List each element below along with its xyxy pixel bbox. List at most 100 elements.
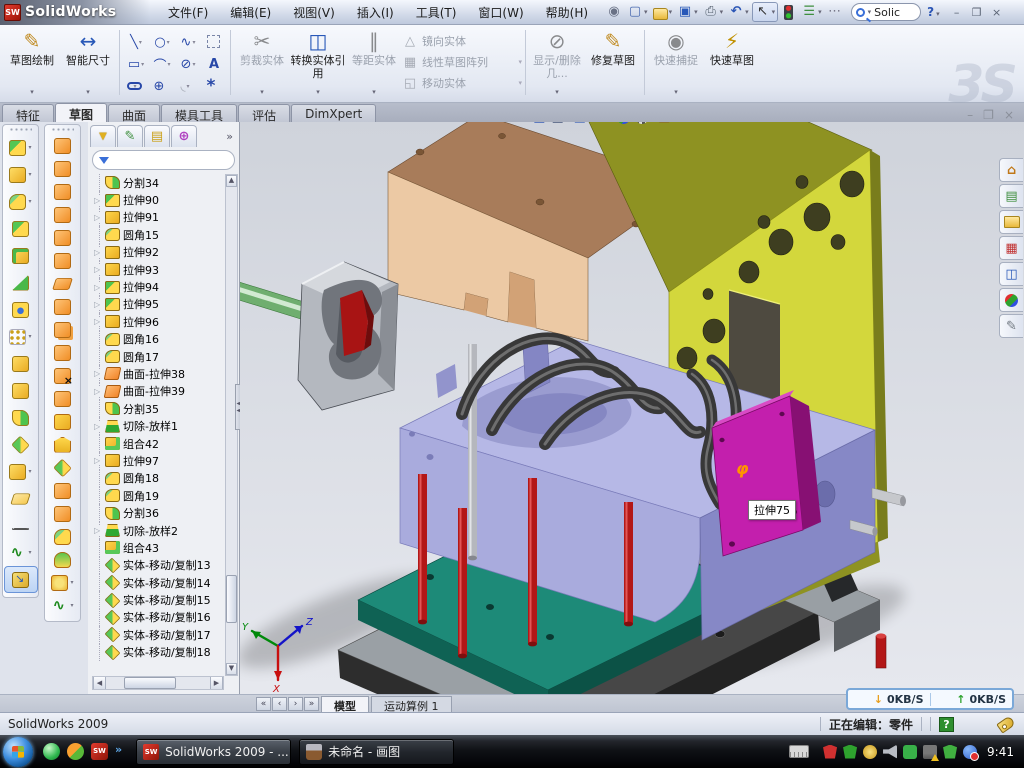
input-method-icon[interactable] — [789, 745, 809, 758]
extruded-boss-icon[interactable] — [4, 134, 38, 161]
offset-entities-button[interactable]: ∥ 等距实体 ▾ — [346, 27, 402, 98]
annotation-view-icon[interactable] — [658, 122, 674, 125]
dimxpertmanager-tab-icon[interactable] — [171, 125, 197, 147]
file-explorer-icon[interactable] — [999, 210, 1023, 234]
undo-icon[interactable] — [726, 2, 751, 22]
scroll-next-button[interactable] — [288, 697, 303, 711]
manager-overflow-button[interactable]: » — [226, 130, 237, 143]
tree-item[interactable]: 圆角15 — [90, 226, 225, 243]
overflow-strip-icon[interactable] — [825, 2, 845, 22]
model-tab[interactable]: 模型 — [321, 696, 369, 712]
text-icon[interactable] — [201, 53, 227, 75]
search-box[interactable]: ▾ Solic — [851, 3, 922, 21]
expand-arrow-icon[interactable] — [94, 456, 102, 465]
badge-tray-icon[interactable] — [863, 745, 877, 759]
custom-properties-icon[interactable] — [999, 314, 1023, 338]
toolbox-icon[interactable] — [999, 236, 1023, 260]
view-orientation-icon[interactable] — [551, 122, 567, 125]
expand-quicklaunch-icon[interactable] — [115, 743, 122, 760]
tree-item[interactable]: 切除-放样1 — [90, 417, 225, 434]
split-line-icon[interactable] — [46, 433, 80, 456]
expand-arrow-icon[interactable] — [94, 526, 102, 535]
tree-item[interactable]: 实体-移动/复制15 — [90, 591, 225, 608]
replace-face-icon[interactable] — [46, 410, 80, 433]
appearance-icon[interactable] — [617, 122, 630, 124]
move-entities-button[interactable]: ◱ 移动实体 ▾ — [402, 74, 522, 92]
scrollbar-thumb[interactable] — [226, 575, 237, 623]
appearances-icon[interactable] — [999, 288, 1023, 312]
revolved-surface-icon[interactable] — [46, 157, 80, 180]
print-icon[interactable] — [701, 2, 726, 22]
tree-item[interactable]: 实体-移动/复制17 — [90, 626, 225, 643]
zoom-fit-icon[interactable] — [486, 122, 497, 125]
dome-icon[interactable] — [46, 548, 80, 571]
sketch-fillet-icon[interactable] — [172, 75, 198, 97]
expand-arrow-icon[interactable] — [94, 369, 102, 378]
tree-horizontal-scrollbar[interactable]: ◀ ▶ — [92, 676, 224, 690]
document-restore-button[interactable]: ❐ — [983, 108, 994, 122]
tree-item[interactable]: 组合43 — [90, 539, 225, 556]
status-help-icon[interactable]: ? — [939, 717, 954, 732]
curves-icon[interactable] — [46, 594, 80, 617]
selection-box-icon[interactable] — [207, 35, 220, 48]
extruded-cut-icon[interactable] — [4, 161, 38, 188]
combine-bodies-icon[interactable] — [4, 377, 38, 404]
insert-part-icon[interactable] — [4, 458, 38, 485]
menu-item[interactable]: 工具(T) — [406, 1, 467, 24]
document-minimize-button[interactable]: – — [967, 108, 973, 122]
tree-item[interactable]: 分割34 — [90, 174, 225, 191]
planar-surface-icon[interactable] — [46, 272, 80, 295]
move-face-icon[interactable] — [46, 456, 80, 479]
circle-icon[interactable] — [149, 31, 175, 53]
delete-face-icon[interactable] — [46, 364, 80, 387]
tree-item[interactable]: 实体-移动/复制18 — [90, 644, 225, 661]
configurationmanager-tab-icon[interactable] — [144, 125, 170, 147]
shield-lightning-tray-icon[interactable] — [843, 745, 857, 759]
trim-entities-button[interactable]: ✂ 剪裁实体 ▾ — [234, 27, 290, 98]
restore-button[interactable]: ❐ — [970, 6, 984, 19]
expand-arrow-icon[interactable] — [94, 283, 102, 292]
network-warning-tray-icon[interactable] — [923, 745, 937, 759]
zoom-area-icon[interactable] — [503, 122, 514, 125]
expand-arrow-icon[interactable] — [94, 317, 102, 326]
linear-pattern-icon[interactable] — [4, 323, 38, 350]
expand-arrow-icon[interactable] — [94, 300, 102, 309]
sketch-button[interactable]: ✎ 草图绘制 ▾ — [4, 27, 60, 98]
locating-pin[interactable] — [876, 633, 886, 668]
search-input[interactable]: Solic — [874, 6, 912, 19]
taskbar-window-button[interactable]: SolidWorks 2009 - ... — [136, 739, 291, 765]
scroll-last-button[interactable] — [304, 697, 319, 711]
section-view-icon[interactable] — [533, 122, 545, 125]
select-icon[interactable] — [752, 2, 779, 22]
model-view[interactable]: φ Y Z X — [240, 122, 1024, 694]
untrim-surface-icon[interactable] — [46, 479, 80, 502]
linear-sketch-pattern-button[interactable]: ▦ 线性草图阵列 ▾ — [402, 53, 522, 71]
featuremanager-tab-icon[interactable] — [90, 125, 116, 147]
phone-tray-icon[interactable] — [903, 745, 917, 759]
smart-dimension-button[interactable]: ↔ 智能尺寸 ▾ — [60, 27, 116, 98]
tree-item[interactable]: 实体-移动/复制14 — [90, 574, 225, 591]
convert-entities-button[interactable]: ◫ 转换实体引用 ▾ — [290, 27, 346, 98]
scroll-prev-button[interactable] — [272, 697, 287, 711]
tree-item[interactable]: 拉伸97 — [90, 452, 225, 469]
sectioned-insert-block[interactable] — [298, 262, 398, 410]
tree-item[interactable]: 拉伸91 — [90, 209, 225, 226]
messenger-quicklaunch-icon[interactable] — [43, 743, 60, 760]
scroll-first-button[interactable] — [256, 697, 271, 711]
surface-extend-icon[interactable] — [46, 295, 80, 318]
expand-arrow-icon[interactable] — [94, 265, 102, 274]
scroll-down-icon[interactable]: ▼ — [226, 663, 237, 675]
thicken-icon[interactable] — [46, 387, 80, 410]
volume-tray-icon[interactable] — [883, 745, 897, 759]
ribbon-tab[interactable]: 评估 — [238, 104, 290, 122]
tree-item[interactable]: 圆角18 — [90, 470, 225, 487]
scrollbar-thumb[interactable] — [124, 677, 176, 689]
slot-icon[interactable] — [127, 82, 142, 90]
open-icon[interactable] — [651, 2, 675, 22]
minimize-button[interactable]: – — [950, 6, 964, 19]
display-delete-relations-button[interactable]: ⊘ 显示/删除几... ▾ — [529, 27, 585, 98]
design-library-icon[interactable] — [999, 184, 1023, 208]
spline-icon[interactable] — [175, 31, 201, 53]
ribbon-tab[interactable]: 曲面 — [108, 104, 160, 122]
start-button[interactable] — [3, 737, 33, 767]
